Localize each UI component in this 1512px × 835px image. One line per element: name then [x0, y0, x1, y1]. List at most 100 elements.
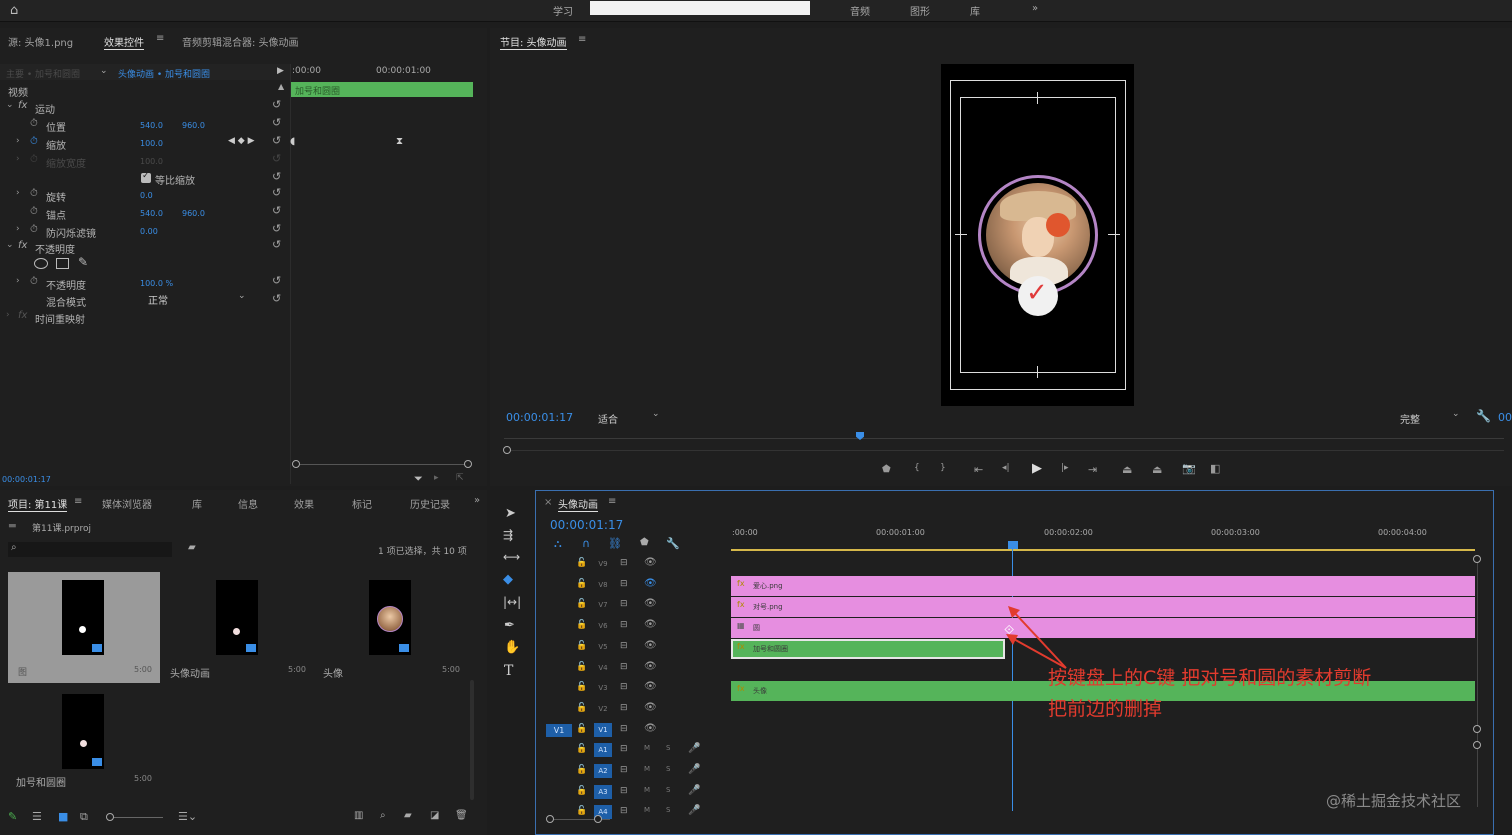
- playhead-head[interactable]: [1008, 541, 1018, 549]
- timeline-title[interactable]: 头像动画: [558, 496, 598, 512]
- workspace-tab-library[interactable]: 库: [970, 3, 980, 18]
- close-icon[interactable]: ×: [544, 497, 552, 508]
- search-input[interactable]: ⌕: [8, 542, 172, 557]
- track-header-v8[interactable]: 🔓 V8 ⊟ 👁: [536, 576, 730, 596]
- track-header-v2[interactable]: 🔓 V2 ⊟ 👁: [536, 700, 730, 720]
- track-header-v4[interactable]: 🔓 V4 ⊟ 👁: [536, 659, 730, 679]
- sync-lock-icon[interactable]: ⊟: [620, 599, 628, 609]
- scale-width-value[interactable]: 100.0: [140, 157, 163, 166]
- lock-icon[interactable]: 🔓: [576, 682, 587, 692]
- sequence-path[interactable]: 头像动画 • 加号和圆圈: [118, 67, 210, 80]
- lock-icon[interactable]: 🔓: [576, 599, 587, 609]
- lock-icon[interactable]: 🔓: [576, 703, 587, 713]
- sync-lock-icon[interactable]: ⊟: [620, 703, 628, 713]
- tab-library[interactable]: 库: [192, 496, 202, 511]
- panel-menu-icon[interactable]: ≡: [578, 34, 586, 45]
- reset-icon[interactable]: ↺: [272, 134, 281, 147]
- tab-info[interactable]: 信息: [238, 496, 258, 511]
- mute-button[interactable]: M: [644, 765, 650, 773]
- trash-icon[interactable]: 🗑: [455, 810, 468, 821]
- expand-icon[interactable]: ›: [16, 154, 20, 164]
- quality-dropdown[interactable]: 完整 ⌄: [1396, 409, 1462, 426]
- export-icon[interactable]: ⇱: [456, 473, 464, 483]
- position-x[interactable]: 540.0: [140, 121, 163, 130]
- expand-icon[interactable]: ›: [16, 136, 20, 146]
- project-item[interactable]: 头像 5:00: [318, 572, 470, 683]
- eye-icon[interactable]: 👁: [644, 557, 657, 568]
- pen-mask-icon[interactable]: ✎: [78, 255, 88, 269]
- track-header-v7[interactable]: 🔓 V7 ⊟ 👁: [536, 596, 730, 616]
- eye-icon[interactable]: 👁: [644, 723, 657, 734]
- sync-lock-icon[interactable]: ⊟: [620, 641, 628, 651]
- clip[interactable]: fx 对号.png: [731, 597, 1475, 617]
- expand-icon[interactable]: ›: [6, 310, 10, 320]
- lift-icon[interactable]: ⏏: [1122, 463, 1132, 476]
- sync-lock-icon[interactable]: ⊟: [620, 786, 628, 796]
- video-frame[interactable]: ✓: [941, 64, 1134, 406]
- work-area-bar[interactable]: [731, 549, 1475, 551]
- panel-menu-icon[interactable]: ≡: [156, 33, 164, 44]
- lock-icon[interactable]: 🔓: [576, 806, 587, 816]
- scale-value[interactable]: 100.0: [140, 139, 163, 148]
- go-to-out-icon[interactable]: ⇥: [1088, 463, 1097, 476]
- track-label[interactable]: V4: [594, 661, 612, 675]
- panel-menu-icon[interactable]: ≡: [608, 496, 616, 507]
- sync-lock-icon[interactable]: ⊟: [620, 744, 628, 754]
- reset-icon[interactable]: ↺: [272, 204, 281, 217]
- microphone-icon[interactable]: 🎤: [688, 785, 700, 796]
- track-label[interactable]: A2: [594, 764, 612, 778]
- nest-icon[interactable]: ⛬: [554, 537, 562, 551]
- eye-icon[interactable]: 👁: [644, 640, 657, 651]
- track-header-v5[interactable]: 🔓 V5 ⊟ 👁: [536, 638, 730, 658]
- step-forward-icon[interactable]: |▸: [1061, 463, 1069, 473]
- play-only-icon[interactable]: ▶: [277, 66, 284, 76]
- clip[interactable]: fx 加号和圆圈: [731, 639, 1005, 659]
- expand-icon[interactable]: ›: [16, 224, 20, 234]
- scroll-handle[interactable]: [1473, 555, 1481, 563]
- scroll-handle[interactable]: [1473, 741, 1481, 749]
- clip[interactable]: ▦ 圆: [731, 618, 1475, 638]
- keyframe-icon[interactable]: ⧗: [396, 136, 403, 147]
- reset-icon[interactable]: ↺: [272, 274, 281, 287]
- rectangle-mask-icon[interactable]: [56, 258, 69, 269]
- track-label[interactable]: A1: [594, 743, 612, 758]
- reset-icon[interactable]: ↺: [272, 292, 281, 305]
- home-icon[interactable]: ⌂: [10, 3, 18, 18]
- scrub-bar[interactable]: [504, 438, 1504, 439]
- scroll-handle[interactable]: [503, 446, 511, 454]
- eye-icon[interactable]: 👁: [644, 661, 657, 672]
- go-to-in-icon[interactable]: ⇤: [974, 463, 983, 476]
- zoom-slider[interactable]: [108, 817, 163, 818]
- scroll-handle[interactable]: [292, 460, 300, 468]
- timeline-timecode[interactable]: 00:00:01:17: [550, 518, 623, 532]
- stopwatch-icon[interactable]: ⏱: [30, 118, 38, 129]
- zoom-slider-handle[interactable]: [106, 813, 114, 821]
- microphone-icon[interactable]: 🎤: [688, 764, 700, 775]
- blend-mode-dropdown[interactable]: 正常 ⌄: [144, 291, 248, 307]
- keyframe-icon[interactable]: ◖: [290, 136, 295, 147]
- selection-tool-icon[interactable]: ➤: [505, 506, 516, 521]
- microphone-icon[interactable]: 🎤: [688, 743, 700, 754]
- keyframe-nav-icon[interactable]: ◀ ◆ ▶: [228, 136, 255, 146]
- workspace-tab-audio[interactable]: 音频: [850, 3, 870, 18]
- filter-icon[interactable]: ⏷: [414, 472, 423, 486]
- sort-icon[interactable]: ☰⌄: [178, 810, 197, 823]
- zoom-scrollbar[interactable]: [294, 464, 470, 465]
- add-marker-icon[interactable]: ⬟: [882, 464, 891, 475]
- project-item[interactable]: 头像动画 5:00: [164, 572, 316, 683]
- solo-button[interactable]: S: [666, 786, 670, 794]
- ec-clip-bar[interactable]: 加号和圆圈: [291, 82, 473, 97]
- rotation-value[interactable]: 0.0: [140, 191, 153, 200]
- sync-lock-icon[interactable]: ⊟: [620, 620, 628, 630]
- uniform-scale-checkbox[interactable]: ✓: [141, 171, 151, 183]
- lock-icon[interactable]: 🔓: [576, 765, 587, 775]
- razor-tool-icon[interactable]: ◆: [503, 572, 513, 587]
- snap-icon[interactable]: ∩: [582, 537, 590, 550]
- lock-icon[interactable]: 🔓: [576, 558, 587, 568]
- stopwatch-icon[interactable]: ⏱: [30, 276, 38, 287]
- lock-icon[interactable]: 🔓: [576, 724, 587, 734]
- playhead-timecode[interactable]: 00:00:01:17: [506, 411, 573, 424]
- tab-history[interactable]: 历史记录: [410, 496, 450, 511]
- scroll-up-icon[interactable]: ▲: [278, 82, 284, 91]
- track-header-a1[interactable]: 🔓 A1 ⊟ M S 🎤: [536, 741, 730, 761]
